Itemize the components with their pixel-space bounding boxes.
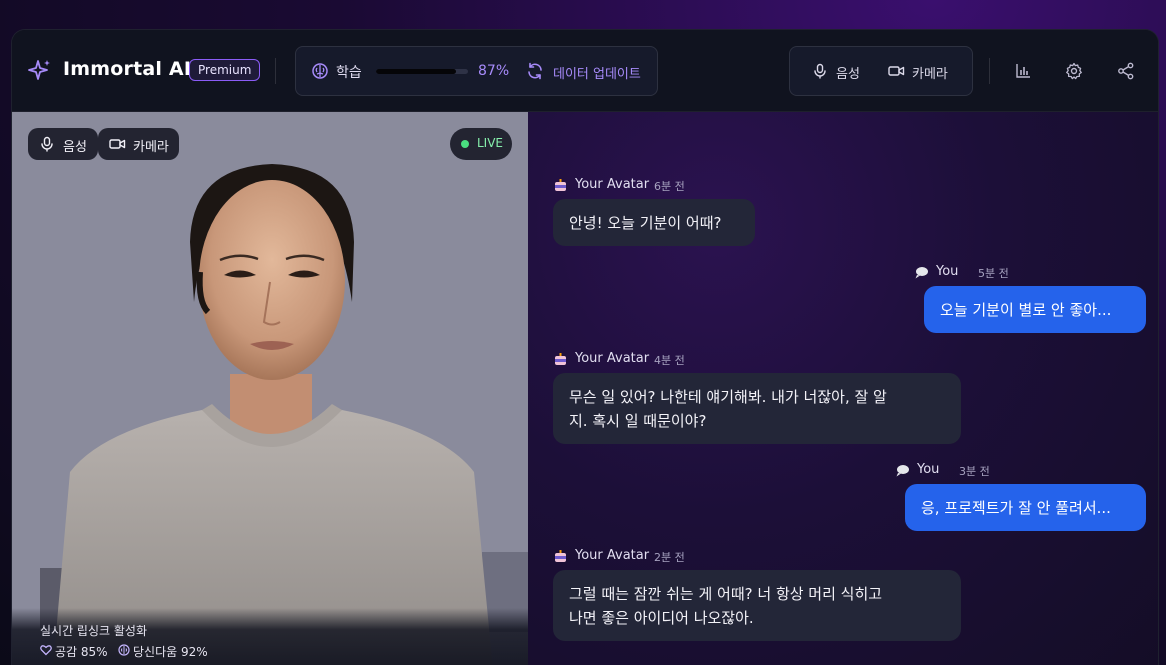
avatar-video-frame <box>12 112 528 665</box>
avatar-message: 안녕! 오늘 기분이 어때? <box>553 199 755 246</box>
app-title: Immortal AI <box>63 58 192 80</box>
avatar-message: 그럴 때는 잠깐 쉬는 게 어때? 너 항상 머리 식히고 나면 좋은 아이디어… <box>553 570 961 641</box>
learning-percent: 87% <box>478 63 510 79</box>
authenticity-text: 당신다움 92% <box>133 645 208 659</box>
message-time: 4분 전 <box>654 354 685 367</box>
brain-icon <box>312 63 328 79</box>
premium-badge: Premium <box>189 59 261 81</box>
camera-button[interactable]: 카메라 <box>888 62 960 82</box>
learning-status: 학습 87% 데이터 업데이트 <box>295 46 658 96</box>
bar-chart-icon[interactable] <box>1014 62 1032 80</box>
sender-name: You <box>936 264 959 279</box>
avatar-video-panel: 음성 카메라 LIVE 실시간 립싱크 활성화 공감 85% 당신다움 92% <box>12 112 528 665</box>
video-camera-button[interactable]: 카메라 <box>98 128 179 160</box>
app-window: Immortal AI Premium 학습 87% 데이터 업데이트 음성 카… <box>11 29 1159 665</box>
sparkle-icon <box>28 60 50 80</box>
brain-icon <box>118 644 130 656</box>
message-meta: Your Avatar 6분 전 <box>553 177 713 195</box>
message-text: 응, 프로젝트가 잘 안 풀려서... <box>921 499 1111 517</box>
video-camera-label: 카메라 <box>133 140 169 155</box>
update-data-button[interactable]: 데이터 업데이트 <box>553 63 641 82</box>
lipsync-status: 실시간 립싱크 활성화 <box>40 624 147 638</box>
share-icon[interactable] <box>1117 62 1135 80</box>
video-icon <box>888 66 905 76</box>
message-meta: Your Avatar 4분 전 <box>553 351 713 369</box>
gear-icon[interactable] <box>1065 62 1083 80</box>
speech-bubble-icon <box>896 465 909 477</box>
message-text: 그럴 때는 잠깐 쉬는 게 어때? 너 항상 머리 식히고 <box>569 585 883 603</box>
live-label: LIVE <box>477 136 504 150</box>
media-controls: 음성 카메라 <box>789 46 973 96</box>
avatar-message: 무슨 일 있어? 나한테 얘기해봐. 내가 너잖아, 잘 알 지. 혹시 일 때… <box>553 373 961 444</box>
heart-icon <box>40 645 52 656</box>
user-message: 응, 프로젝트가 잘 안 풀려서... <box>905 484 1146 531</box>
user-message: 오늘 기분이 별로 안 좋아... <box>924 286 1146 333</box>
chat-panel: Your Avatar 6분 전 안녕! 오늘 기분이 어때? You 5분 전… <box>528 112 1158 665</box>
live-indicator-dot <box>461 140 469 148</box>
voice-label: 음성 <box>836 67 860 82</box>
speech-bubble-icon <box>915 267 928 279</box>
mic-icon <box>814 63 826 79</box>
message-text: 무슨 일 있어? 나한테 얘기해봐. 내가 너잖아, 잘 알 <box>569 388 887 406</box>
message-time: 6분 전 <box>654 180 685 193</box>
message-meta: Your Avatar 2분 전 <box>553 548 713 566</box>
message-text: 지. 혹시 일 때문이야? <box>569 412 707 430</box>
sender-name: Your Avatar <box>575 351 650 366</box>
message-text: 나면 좋은 아이디어 나오잖아. <box>569 609 754 627</box>
divider <box>275 58 276 84</box>
learning-progress-bar <box>376 69 468 74</box>
video-voice-button[interactable]: 음성 <box>28 128 98 160</box>
mic-icon <box>41 136 53 152</box>
message-time: 2분 전 <box>654 551 685 564</box>
learning-label: 학습 <box>336 65 362 81</box>
message-text: 안녕! 오늘 기분이 어때? <box>569 214 722 232</box>
message-meta: You 3분 전 <box>895 462 1005 480</box>
message-text: 오늘 기분이 별로 안 좋아... <box>940 301 1112 319</box>
voice-button[interactable]: 음성 <box>812 62 872 82</box>
top-bar: Immortal AI Premium 학습 87% 데이터 업데이트 음성 카… <box>12 30 1158 112</box>
refresh-icon[interactable] <box>526 62 544 80</box>
message-time: 5분 전 <box>978 267 1009 280</box>
message-meta: You 5분 전 <box>914 264 1024 282</box>
video-voice-label: 음성 <box>63 140 87 155</box>
sender-name: Your Avatar <box>575 548 650 563</box>
camera-label: 카메라 <box>912 67 948 82</box>
empathy-text: 공감 85% <box>55 645 108 659</box>
robot-icon <box>555 179 566 191</box>
live-badge: LIVE <box>450 128 512 160</box>
message-time: 3분 전 <box>959 465 990 478</box>
sender-name: Your Avatar <box>575 177 650 192</box>
robot-icon <box>555 550 566 562</box>
divider <box>989 58 990 84</box>
sender-name: You <box>917 462 940 477</box>
robot-icon <box>555 353 566 365</box>
video-icon <box>109 139 126 149</box>
learning-progress-fill <box>376 69 457 74</box>
